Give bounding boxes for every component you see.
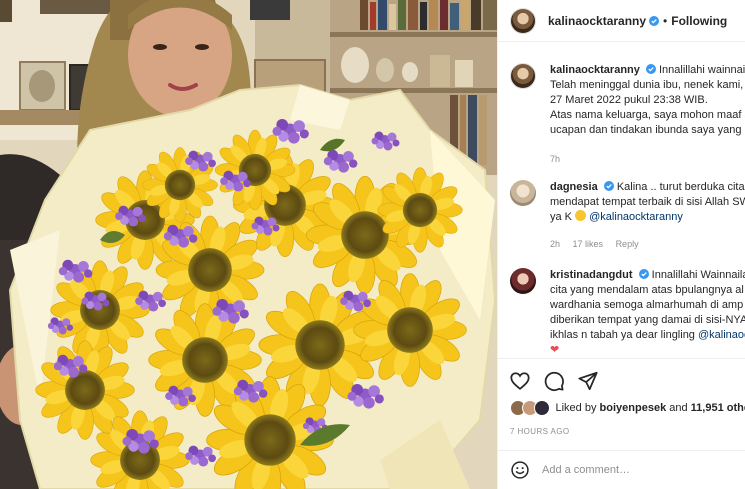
comment-mention[interactable]: @kalinaocktaranny (589, 211, 683, 223)
verified-badge-icon (638, 269, 649, 279)
post-sidebar: kalinaocktaranny • Following kalinaockta… (497, 0, 745, 489)
verified-badge-icon (645, 64, 656, 74)
verified-badge-icon (603, 181, 614, 191)
comment-mention[interactable]: @kalinaoc (698, 329, 745, 341)
action-bar (498, 358, 745, 394)
reply-button[interactable]: Reply (616, 239, 639, 249)
post-header: kalinaocktaranny • Following (498, 0, 745, 42)
commenter-avatar[interactable] (510, 180, 536, 206)
post-photo[interactable] (0, 0, 497, 489)
comment-line: ikhlas n tabah ya dear lingling (550, 329, 695, 341)
separator-dot: • (663, 13, 668, 28)
comment-time[interactable]: 2h (550, 239, 560, 249)
heart-icon[interactable] (509, 370, 531, 392)
red-heart-icon: ❤ (550, 344, 560, 355)
following-button[interactable]: Following (671, 14, 727, 28)
commenter-avatar[interactable] (510, 268, 536, 294)
caption-line: 27 Maret 2022 pukul 23:38 WIB. (550, 94, 708, 106)
commenter-username[interactable]: dagnesia (550, 181, 598, 193)
comment-line: Kalina .. turut berduka cita y (616, 181, 745, 193)
likes-and: and (669, 402, 688, 414)
comments-list[interactable]: kalinaocktaranny Innalillahi wainnaila T… (498, 43, 745, 355)
caption-line: Atas nama keluarga, saya mohon maaf s (550, 109, 745, 121)
author-avatar[interactable] (510, 7, 536, 34)
add-comment-bar: Add a comment… (498, 450, 745, 489)
caption-line: Telah meninggal dunia ibu, nenek kami, (550, 79, 744, 91)
likes-prefix: Liked by (555, 402, 597, 414)
liker-avatar (534, 400, 550, 416)
emoji-icon[interactable] (510, 460, 530, 480)
commenter-username[interactable]: kristinadangdut (550, 269, 633, 281)
post-time-ago[interactable]: 7 HOURS AGO (510, 427, 570, 436)
likes-count[interactable]: 11,951 othe (691, 402, 745, 414)
add-comment-input[interactable]: Add a comment… (542, 464, 630, 476)
comment-item: dagnesia Kalina .. turut berduka cita y … (510, 180, 745, 252)
caption-comment: kalinaocktaranny Innalillahi wainnaila T… (510, 63, 745, 167)
comment-line: cita yang mendalam atas bpulangnya al (550, 284, 744, 296)
caption-line: ucapan dan tindakan ibunda saya yang (550, 124, 742, 136)
comment-icon[interactable] (543, 370, 565, 392)
verified-badge-icon (649, 15, 660, 26)
likes-user[interactable]: boiyenpesek (600, 402, 667, 414)
caption-line: Innalillahi wainnaila (659, 64, 745, 76)
share-icon[interactable] (577, 370, 599, 392)
comment-likes[interactable]: 17 likes (573, 239, 604, 249)
liker-avatars (510, 400, 556, 416)
comment-line: diberikan tempat yang damai di sisi-NYA (550, 314, 745, 326)
caption-time[interactable]: 7h (550, 154, 560, 164)
comment-line: wardhania semoga almarhumah di amp (550, 299, 744, 311)
comment-line: Innalillahi Wainnailaih (651, 269, 745, 281)
author-username[interactable]: kalinaocktaranny (548, 14, 646, 28)
photo-image (0, 0, 497, 489)
comment-line: mendapat tempat terbaik di sisi Allah SW (550, 196, 745, 208)
comment-item: kristinadangdut Innalillahi Wainnailaih … (510, 268, 745, 355)
comment-line: ya K (550, 211, 573, 223)
caption-username[interactable]: kalinaocktaranny (550, 64, 640, 76)
caption-avatar[interactable] (510, 63, 536, 89)
likes-summary[interactable]: Liked by boiyenpesek and 11,951 othe (510, 400, 745, 416)
emoji-icon (575, 210, 587, 221)
